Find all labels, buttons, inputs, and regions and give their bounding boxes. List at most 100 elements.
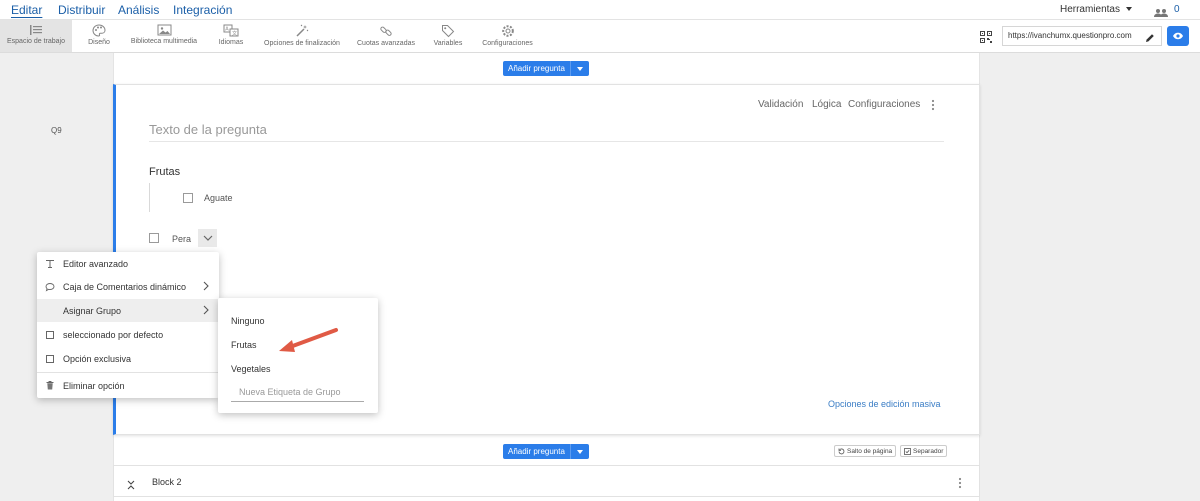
block-more-vertical-icon[interactable] [958,476,962,494]
trash-icon [45,381,55,391]
checkbox-icon [45,330,55,340]
caret-down-icon [576,449,583,454]
page-break-button[interactable]: Salto de página [834,445,897,457]
separator-label: Separador [913,447,944,455]
page-break-label: Salto de página [847,447,893,455]
toolbar-label: Idiomas [218,39,244,46]
nav-tab-editar[interactable]: Editar [11,3,42,17]
checkbox-checked-icon [904,447,911,455]
answer-checkbox[interactable] [183,193,193,203]
logic-link[interactable]: Lógica [812,99,841,110]
svg-text:文: 文 [232,30,237,37]
answer-checkbox[interactable] [149,233,159,243]
toolbar-variables[interactable]: Variables [430,20,466,52]
more-vertical-icon[interactable] [931,98,935,116]
new-group-label-input[interactable] [231,382,364,402]
toolbar-design[interactable]: Diseño [82,20,116,52]
menu-divider [37,372,219,373]
add-question-button-bottom[interactable]: Añadir pregunta [503,444,589,459]
menu-item-assign-group[interactable]: Asignar Grupo [37,299,219,322]
option-menu-toggle[interactable] [198,229,217,247]
pencil-icon[interactable] [1145,30,1155,48]
menu-item-exclusive-option[interactable]: Opción exclusiva [37,347,219,370]
menu-item-default-selected[interactable]: seleccionado por defecto [37,323,219,346]
question-text-underline [149,141,944,142]
collapse-icon[interactable] [127,477,135,495]
chevron-right-icon [203,281,209,291]
nav-tab-distribuir[interactable]: Distribuir [58,3,105,17]
checkbox-icon [45,354,55,364]
nav-tab-analisis[interactable]: Análisis [118,3,159,17]
tools-label: Herramientas [1059,4,1120,15]
gear-icon [501,25,514,37]
answer-option-aguate[interactable]: Aguate [204,193,233,203]
svg-text:A: A [225,27,229,33]
caret-down-icon [1126,7,1132,12]
comment-icon [45,282,55,292]
separator-button[interactable]: Separador [900,445,948,457]
chevron-down-icon [203,235,212,241]
nav-tab-integracion[interactable]: Integración [173,3,232,17]
answer-option-pera[interactable]: Pera [172,234,191,244]
text-cursor-icon [45,259,55,269]
image-icon [157,24,171,36]
menu-item-label: Asignar Grupo [63,305,122,316]
group-option-frutas[interactable]: Frutas [231,340,257,350]
link-icon [380,26,392,36]
toolbar-label: Variables [433,40,463,47]
workspace-icon [30,25,42,35]
add-question-button-top[interactable]: Añadir pregunta [503,61,589,76]
menu-item-label: Editor avanzado [63,258,129,269]
settings-link[interactable]: Configuraciones [848,99,920,110]
validation-link[interactable]: Validación [758,99,803,110]
menu-item-delete-option[interactable]: Eliminar opción [37,374,219,397]
chevron-right-icon [203,305,209,315]
palette-icon [92,24,106,37]
group-option-vegetales[interactable]: Vegetales [231,364,271,374]
option-context-menu: Editor avanzado Caja de Comentarios diná… [37,252,219,398]
block-2-header[interactable] [113,465,980,497]
toolbar-languages[interactable]: A文 Idiomas [214,20,248,52]
users-count[interactable]: 0 [1174,4,1180,15]
toolbar-label: Diseño [88,39,110,46]
toolbar-completion-options[interactable]: Opciones de finalización [262,20,342,52]
menu-item-advanced-editor[interactable]: Editor avanzado [37,252,219,275]
tag-icon [442,25,455,38]
toolbar-workspace[interactable]: Espacio de trabajo [0,20,72,52]
caret-down-icon [576,66,583,71]
menu-item-label: Opción exclusiva [63,353,132,364]
question-number: Q9 [51,126,62,135]
toolbar-settings[interactable]: Configuraciones [480,20,535,52]
group-indent-bar [149,183,150,212]
qr-code-icon[interactable] [980,30,992,48]
page-break-icon [838,448,845,454]
editor-toolbar: Espacio de trabajo Diseño Biblioteca mul… [0,20,1200,53]
add-question-label: Añadir pregunta [508,447,565,456]
toolbar-label: Configuraciones [482,40,533,47]
menu-item-dynamic-comment-box[interactable]: Caja de Comentarios dinámico [37,275,219,298]
menu-item-label: Eliminar opción [63,380,125,391]
eye-icon [1173,32,1183,40]
magic-wand-icon [296,24,309,37]
toolbar-label: Cuotas avanzadas [357,40,415,47]
menu-item-label: Caja de Comentarios dinámico [63,281,187,292]
block-2-label: Block 2 [152,477,182,487]
top-navigation: Editar Distribuir Análisis Integración H… [0,0,1200,20]
toolbar-label: Opciones de finalización [264,40,340,47]
toolbar-media-library[interactable]: Biblioteca multimedia [128,20,200,52]
preview-button[interactable] [1167,26,1189,46]
add-question-dropdown[interactable] [569,444,589,459]
question-text-input[interactable]: Texto de la pregunta [149,122,267,137]
group-option-ninguno[interactable]: Ninguno [231,316,265,326]
add-question-label: Añadir pregunta [508,64,565,73]
survey-url-field[interactable]: https://ivanchumx.questionpro.com [1002,26,1162,46]
add-question-dropdown[interactable] [569,61,589,76]
toolbar-label: Espacio de trabajo [7,38,65,45]
group-title[interactable]: Frutas [149,166,180,178]
bulk-edit-link[interactable]: Opciones de edición masiva [828,399,941,409]
menu-item-label: seleccionado por defecto [63,329,164,340]
toolbar-advanced-quotas[interactable]: Cuotas avanzadas [356,20,416,52]
tools-dropdown[interactable]: Herramientas [1060,4,1132,15]
annotation-arrow [279,328,338,352]
language-icon: A文 [223,24,239,37]
